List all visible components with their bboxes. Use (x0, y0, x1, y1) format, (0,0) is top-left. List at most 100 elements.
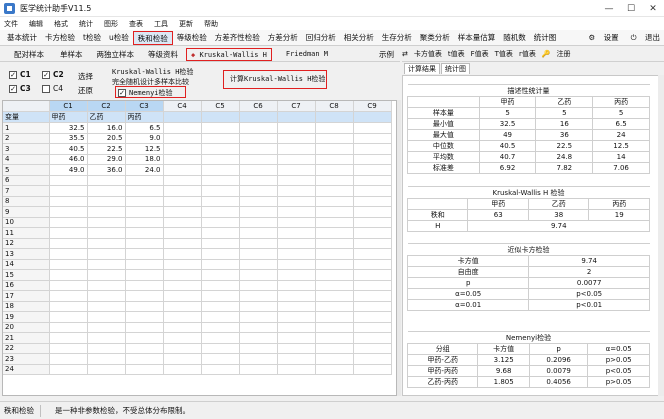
checkbox-nemenyi[interactable]: ✓ Nemenyi检验 (118, 88, 173, 98)
data-grid[interactable]: C1 C2 C3 C4 C5 C6 C7 C8 C9 变量 甲药 乙药 丙药 1 32.5 16.0 6.5 2 3… (2, 100, 397, 396)
grid-row-number[interactable]: 4 (3, 154, 50, 165)
grid-cell[interactable] (239, 143, 278, 155)
grid-cell[interactable]: 12.5 (125, 143, 164, 155)
grid-cell[interactable] (49, 301, 88, 312)
grid-cell[interactable] (87, 311, 126, 323)
grid-cell[interactable] (163, 290, 202, 302)
subtab-two-independent[interactable]: 两独立样本 (93, 48, 139, 61)
grid-cell[interactable] (201, 280, 240, 291)
tab-cluster[interactable]: 聚类分析 (416, 31, 454, 45)
grid-cell[interactable] (315, 196, 354, 207)
grid-cell[interactable] (163, 322, 202, 333)
grid-cell[interactable] (277, 133, 316, 144)
grid-cell[interactable] (87, 269, 126, 281)
grid-cell[interactable] (125, 280, 164, 291)
menu-update[interactable]: 更新 (179, 19, 193, 29)
grid-row-number[interactable]: 22 (3, 343, 50, 354)
settings-button[interactable]: ⚙ 设置 (583, 31, 619, 45)
grid-cell[interactable] (277, 290, 316, 302)
grid-cell[interactable] (277, 322, 316, 333)
grid-cell[interactable] (201, 259, 240, 270)
grid-cell[interactable] (315, 343, 354, 354)
grid-cell[interactable] (353, 238, 392, 249)
grid-cell[interactable] (87, 185, 126, 197)
grid-cell[interactable]: 6.5 (125, 122, 164, 134)
grid-cell[interactable] (315, 311, 354, 323)
grid-cell[interactable] (49, 322, 88, 333)
grid-cell[interactable] (277, 217, 316, 228)
tab-chi-table[interactable]: 卡方值表 (414, 49, 442, 59)
grid-cell[interactable] (239, 133, 278, 144)
tab-basic-stats[interactable]: 基本统计 (3, 31, 41, 45)
grid-cell[interactable] (239, 238, 278, 249)
tab-f-table[interactable]: F值表 (471, 49, 489, 59)
grid-cell[interactable] (277, 196, 316, 207)
grid-cell[interactable] (87, 364, 126, 375)
grid-cell[interactable] (49, 290, 88, 302)
grid-cell[interactable] (353, 143, 392, 155)
grid-cell[interactable] (163, 259, 202, 270)
tab-t-table[interactable]: t值表 (448, 49, 465, 59)
grid-cell[interactable] (239, 206, 278, 218)
grid-cell[interactable] (49, 206, 88, 218)
grid-cell[interactable] (201, 175, 240, 186)
grid-cell[interactable] (353, 322, 392, 333)
grid-cell[interactable] (163, 196, 202, 207)
grid-cell[interactable] (239, 332, 278, 344)
grid-cell[interactable] (239, 122, 278, 134)
grid-cell[interactable] (163, 280, 202, 291)
grid-cell[interactable] (49, 280, 88, 291)
tab-random-number[interactable]: 随机数 (499, 31, 530, 45)
grid-cell[interactable] (277, 259, 316, 270)
grid-cell[interactable] (201, 311, 240, 323)
grid-cell[interactable] (353, 290, 392, 302)
tab-chi-square[interactable]: 卡方检验 (41, 31, 79, 45)
grid-cell[interactable] (87, 175, 126, 186)
grid-cell[interactable] (49, 343, 88, 354)
grid-row-label[interactable]: 变量 (3, 111, 50, 123)
grid-row-number[interactable]: 24 (3, 364, 50, 375)
grid-cell[interactable] (201, 269, 240, 281)
grid-cell[interactable] (277, 122, 316, 134)
grid-cell[interactable] (315, 269, 354, 281)
grid-cell[interactable] (163, 343, 202, 354)
grid-cell[interactable] (353, 133, 392, 144)
grid-cell[interactable] (201, 227, 240, 239)
grid-cell[interactable] (49, 311, 88, 323)
grid-cell[interactable] (353, 164, 392, 176)
grid-row-number[interactable]: 7 (3, 185, 50, 197)
grid-row-number[interactable]: 5 (3, 164, 50, 176)
tab-chart[interactable]: 统计图 (530, 31, 561, 45)
grid-cell[interactable] (315, 290, 354, 302)
grid-column-header[interactable]: C5 (201, 101, 240, 112)
grid-cell[interactable] (87, 353, 126, 365)
grid-cell[interactable] (315, 238, 354, 249)
menu-stats[interactable]: 统计 (79, 19, 93, 29)
grid-row-number[interactable]: 19 (3, 311, 50, 323)
checkbox-c3[interactable]: ✓ C3 (9, 84, 31, 93)
grid-cell[interactable] (87, 227, 126, 239)
grid-cell[interactable]: 丙药 (125, 111, 164, 123)
grid-row-number[interactable]: 11 (3, 227, 50, 239)
grid-cell[interactable] (87, 332, 126, 344)
grid-cell[interactable] (277, 185, 316, 197)
grid-scrollbar[interactable] (397, 100, 401, 396)
grid-cell[interactable] (201, 301, 240, 312)
tab-r-table[interactable]: r值表 (519, 49, 536, 59)
grid-cell[interactable] (315, 185, 354, 197)
grid-row-number[interactable]: 23 (3, 353, 50, 365)
grid-cell[interactable] (163, 238, 202, 249)
grid-cell[interactable] (163, 143, 202, 155)
grid-cell[interactable] (277, 353, 316, 365)
grid-cell[interactable] (87, 343, 126, 354)
grid-cell[interactable]: 29.0 (87, 154, 126, 165)
grid-cell[interactable]: 甲药 (49, 111, 88, 123)
restore-button[interactable]: 还原 (78, 85, 93, 96)
grid-cell[interactable] (125, 301, 164, 312)
grid-cell[interactable] (239, 175, 278, 186)
grid-cell[interactable] (277, 143, 316, 155)
menu-tools[interactable]: 工具 (154, 19, 168, 29)
select-button[interactable]: 选择 (78, 71, 93, 82)
grid-row-number[interactable]: 20 (3, 322, 50, 333)
menu-edit[interactable]: 编辑 (29, 19, 43, 29)
